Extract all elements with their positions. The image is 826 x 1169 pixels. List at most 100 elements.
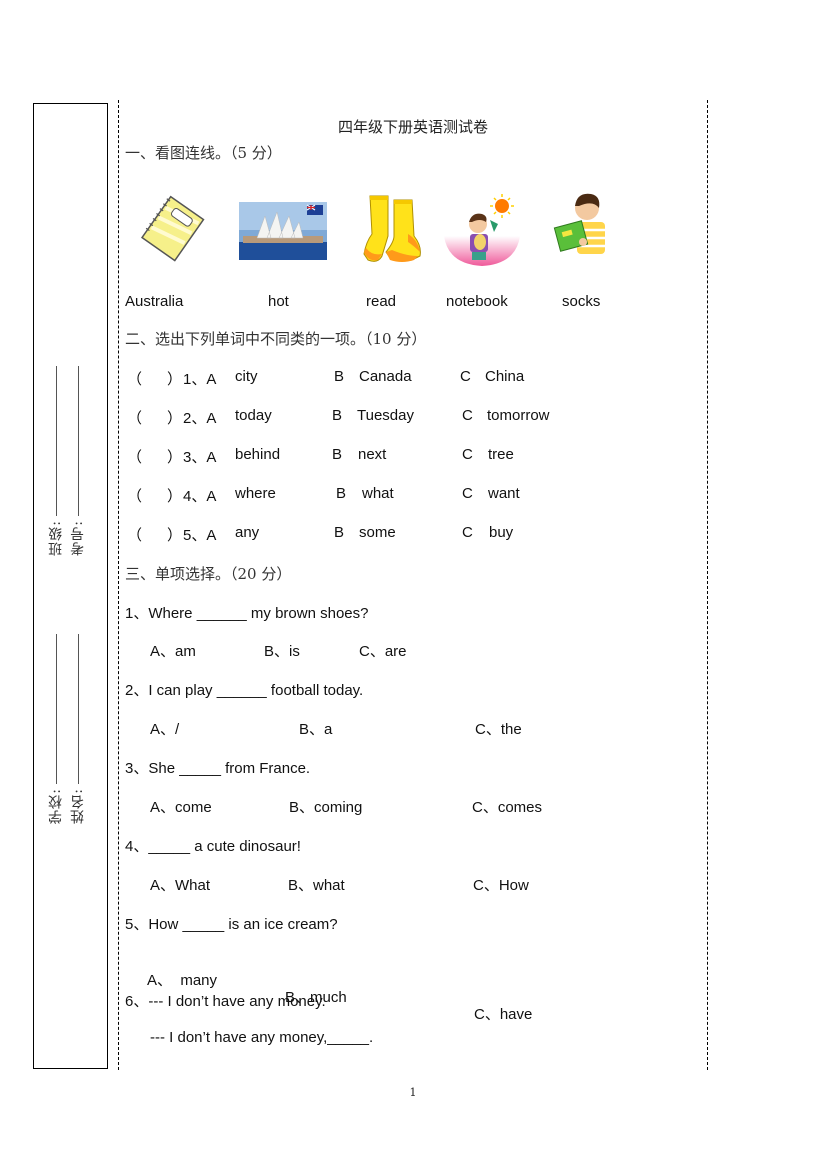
answer-paren-close: ） (167, 449, 183, 466)
word-australia[interactable]: Australia (125, 293, 183, 310)
reading-icon (553, 193, 605, 254)
reading-boy-picture (553, 190, 609, 270)
option-c-label: C (462, 446, 473, 463)
option-a[interactable]: A、What (150, 874, 210, 895)
name-blank-line (77, 634, 79, 784)
option-b-label: B (332, 446, 343, 463)
option-c-label: C (462, 485, 473, 502)
exam-number-label: 考号: (70, 520, 86, 556)
option-a: any (235, 524, 260, 541)
answer-paren-open[interactable]: （ (127, 485, 142, 506)
exam-number-field[interactable]: 考号: (68, 366, 88, 556)
answer-paren-open[interactable]: （ (127, 407, 142, 428)
option-b: some (359, 524, 396, 541)
option-a: today (235, 407, 272, 424)
notebook-picture (140, 190, 206, 270)
option-c[interactable]: C、comes (472, 796, 542, 817)
option-b-label: B (332, 407, 343, 424)
option-b: what (362, 485, 394, 502)
option-b-label: B (336, 485, 347, 502)
option-b-label: B (334, 368, 345, 385)
option-c[interactable]: C、How (473, 874, 529, 895)
question-5-options: A、 many B、much C、have (147, 952, 707, 1023)
option-b: Canada (359, 368, 412, 385)
page-title: 四年级下册英语测试卷 (337, 118, 488, 136)
question-6-text: 6、--- I don’t have any money. (125, 993, 326, 1010)
answer-paren-open[interactable]: （ (127, 368, 142, 389)
name-field[interactable]: 姓名: (68, 634, 88, 824)
option-a[interactable]: A、am (150, 640, 196, 661)
option-c: buy (489, 524, 514, 541)
binding-margin-box: 班级: 考号: 学校: 姓名: (33, 103, 108, 1069)
answer-paren-close: ） (167, 410, 183, 427)
question-5-text: 5、How _____ is an ice cream? (125, 916, 338, 933)
answer-paren-close: ） (167, 527, 183, 544)
class-blank-line (55, 366, 57, 516)
question-3-text: 3、She _____ from France. (125, 760, 311, 777)
socks-picture (360, 190, 428, 270)
option-b[interactable]: B、is (264, 640, 300, 661)
section3-heading: 三、单项选择。（20 分） (125, 565, 292, 583)
option-c: tree (488, 446, 514, 463)
option-b: next (358, 446, 387, 463)
socks-icon (363, 195, 421, 262)
option-c[interactable]: C、are (359, 640, 407, 661)
word-notebook[interactable]: notebook (446, 293, 508, 310)
odd-one-out-item-3: （ ） 3、A behind B next C tree (127, 446, 687, 466)
odd-one-out-item-1: （ ） 1、A city B Canada C China (127, 368, 687, 388)
odd-one-out-item-5: （ ） 5、A any B some C buy (127, 524, 687, 544)
option-a[interactable]: A、come (150, 796, 212, 817)
option-b[interactable]: B、what (288, 874, 345, 895)
class-field[interactable]: 班级: (46, 366, 66, 556)
word-read[interactable]: read (366, 293, 396, 310)
school-label: 学校: (48, 788, 64, 824)
odd-one-out-item-4: （ ） 4、A where B what C want (127, 485, 687, 505)
name-label: 姓名: (70, 788, 86, 824)
question-6-line2: --- I don’t have any money,_____. (150, 1029, 374, 1046)
option-c[interactable]: C、have (474, 1003, 532, 1024)
item-number: 5、A (183, 527, 217, 544)
answer-paren-open[interactable]: （ (127, 524, 142, 545)
hot-boy-picture (442, 192, 522, 272)
cut-line-right (707, 100, 708, 1070)
option-b-label: B (334, 524, 345, 541)
option-c[interactable]: C、the (475, 718, 522, 739)
class-label: 班级: (48, 520, 64, 556)
option-b[interactable]: B、coming (289, 796, 362, 817)
school-blank-line (55, 634, 57, 784)
option-a: city (235, 368, 258, 385)
odd-one-out-item-2: （ ） 2、A today B Tuesday C tomorrow (127, 407, 687, 427)
page-number: 1 (409, 1086, 417, 1099)
question-4-options: A、What B、what C、How (150, 874, 710, 894)
option-c: China (485, 368, 525, 385)
item-number: 2、A (183, 410, 217, 427)
option-c-label: C (460, 368, 471, 385)
question-3-options: A、come B、coming C、comes (150, 796, 710, 816)
notebook-icon (140, 195, 205, 262)
question-4-text: 4、_____ a cute dinosaur! (125, 838, 301, 855)
option-b[interactable]: B、a (299, 718, 332, 739)
answer-paren-open[interactable]: （ (127, 446, 142, 467)
word-socks[interactable]: socks (562, 293, 600, 310)
item-number: 4、A (183, 488, 217, 505)
option-c-label: C (462, 407, 473, 424)
section2-heading: 二、选出下列单词中不同类的一项。（10 分） (125, 330, 427, 348)
option-a[interactable]: A、 many (147, 969, 217, 990)
section1-heading: 一、看图连线。（5 分） (125, 144, 282, 162)
school-field[interactable]: 学校: (46, 634, 66, 824)
answer-paren-close: ） (167, 371, 183, 388)
australia-icon (239, 202, 327, 260)
answer-paren-close: ） (167, 488, 183, 505)
question-2-text: 2、I can play ______ football today. (125, 682, 364, 699)
option-c-label: C (462, 524, 473, 541)
exam-number-blank-line (77, 366, 79, 516)
question-2-options: A、/ B、a C、the (150, 718, 710, 738)
option-c: tomorrow (487, 407, 550, 424)
word-hot[interactable]: hot (268, 293, 289, 310)
option-a: behind (235, 446, 281, 463)
question-1-options: A、am B、is C、are (150, 640, 710, 660)
item-number: 1、A (183, 371, 217, 388)
item-number: 3、A (183, 449, 217, 466)
option-a[interactable]: A、/ (150, 718, 179, 739)
option-b: Tuesday (357, 407, 414, 424)
